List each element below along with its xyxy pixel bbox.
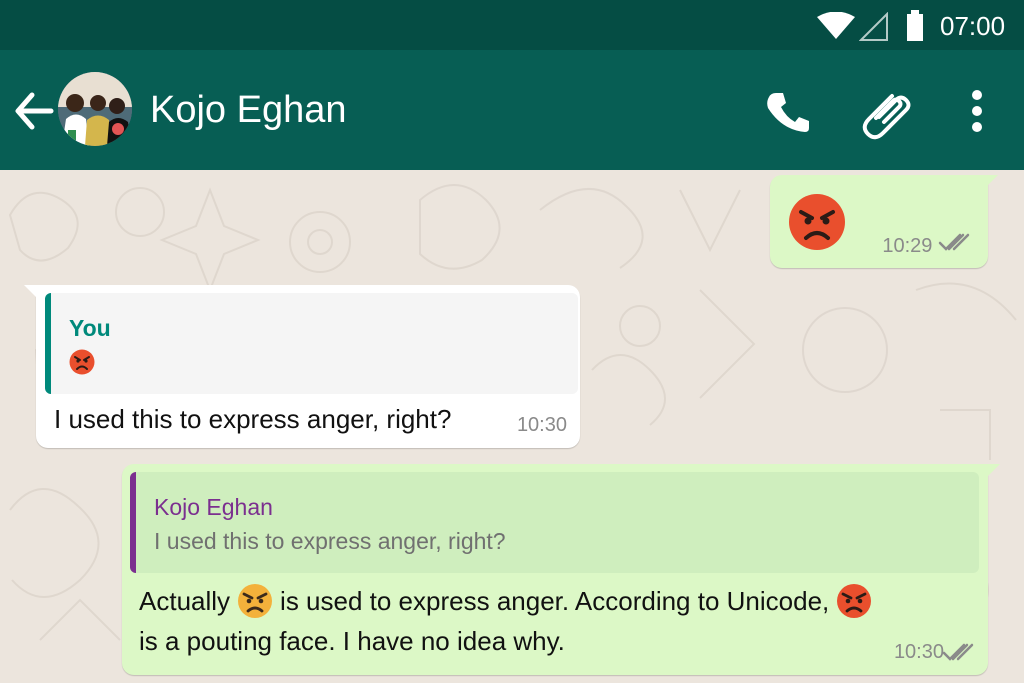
phone-icon[interactable]: [762, 86, 812, 136]
quoted-message[interactable]: Kojo Eghan I used this to express anger,…: [130, 472, 979, 573]
message-text: I used this to express anger, right?: [54, 404, 452, 434]
message-outgoing-reply[interactable]: Kojo Eghan I used this to express anger,…: [122, 464, 1000, 675]
contact-avatar[interactable]: [58, 72, 132, 146]
chat-area[interactable]: 10:29 You I used this to express anger, …: [0, 170, 1024, 683]
message-time: 10:30: [516, 414, 567, 436]
pouting-face-emoji: [69, 349, 95, 375]
message-time: 10:30: [893, 641, 944, 663]
back-arrow-icon[interactable]: [14, 92, 54, 130]
signal-icon: [859, 12, 888, 41]
wifi-icon: [817, 12, 855, 39]
message-text-line-1: Actually is used to express anger. Accor…: [139, 584, 879, 621]
quoted-message[interactable]: You: [45, 293, 578, 394]
pouting-face-emoji: [789, 194, 845, 250]
message-time: 10:29: [882, 235, 933, 257]
paperclip-icon[interactable]: [862, 86, 916, 140]
status-bar: 07:00: [0, 0, 1024, 50]
battery-icon: [907, 10, 923, 41]
status-time: 07:00: [940, 11, 1006, 41]
double-check-icon: [938, 233, 970, 251]
quoted-author: You: [69, 315, 111, 341]
message-text-part: Actually: [139, 585, 231, 616]
more-vertical-icon[interactable]: [962, 86, 992, 136]
message-text-line-2: is a pouting face. I have no idea why.: [139, 626, 565, 656]
message-meta: 10:29: [882, 232, 970, 258]
quoted-author: Kojo Eghan: [154, 494, 273, 520]
message-incoming[interactable]: You I used this to express anger, right?…: [24, 285, 580, 448]
message-outgoing-emoji[interactable]: 10:29: [770, 175, 998, 268]
message-text-part: is used to express anger. According to U…: [280, 585, 830, 616]
avatar-photo-icon: [58, 72, 132, 146]
contact-name[interactable]: Kojo Eghan: [150, 88, 347, 132]
quoted-text: I used this to express anger, right?: [154, 528, 506, 554]
double-check-icon: [942, 643, 974, 661]
chat-header: Kojo Eghan: [0, 50, 1024, 170]
pouting-face-emoji: [837, 584, 872, 618]
angry-face-emoji: [238, 584, 273, 618]
